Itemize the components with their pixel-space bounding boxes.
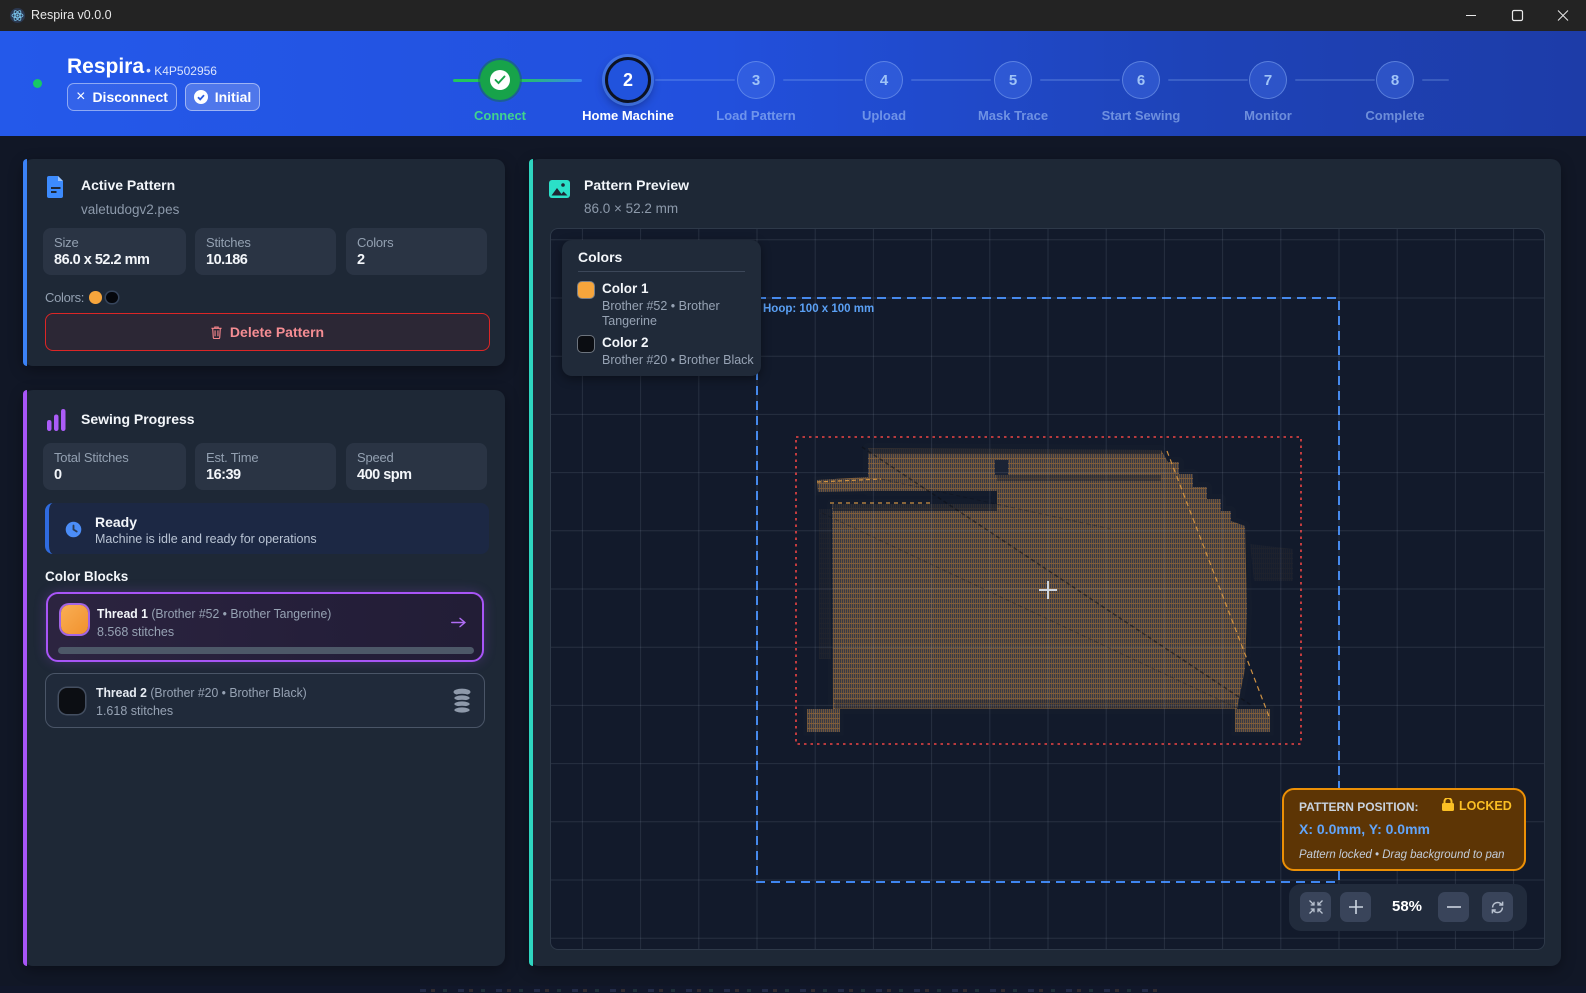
svg-text:Hoop: 100 x 100 mm: Hoop: 100 x 100 mm xyxy=(763,303,874,315)
